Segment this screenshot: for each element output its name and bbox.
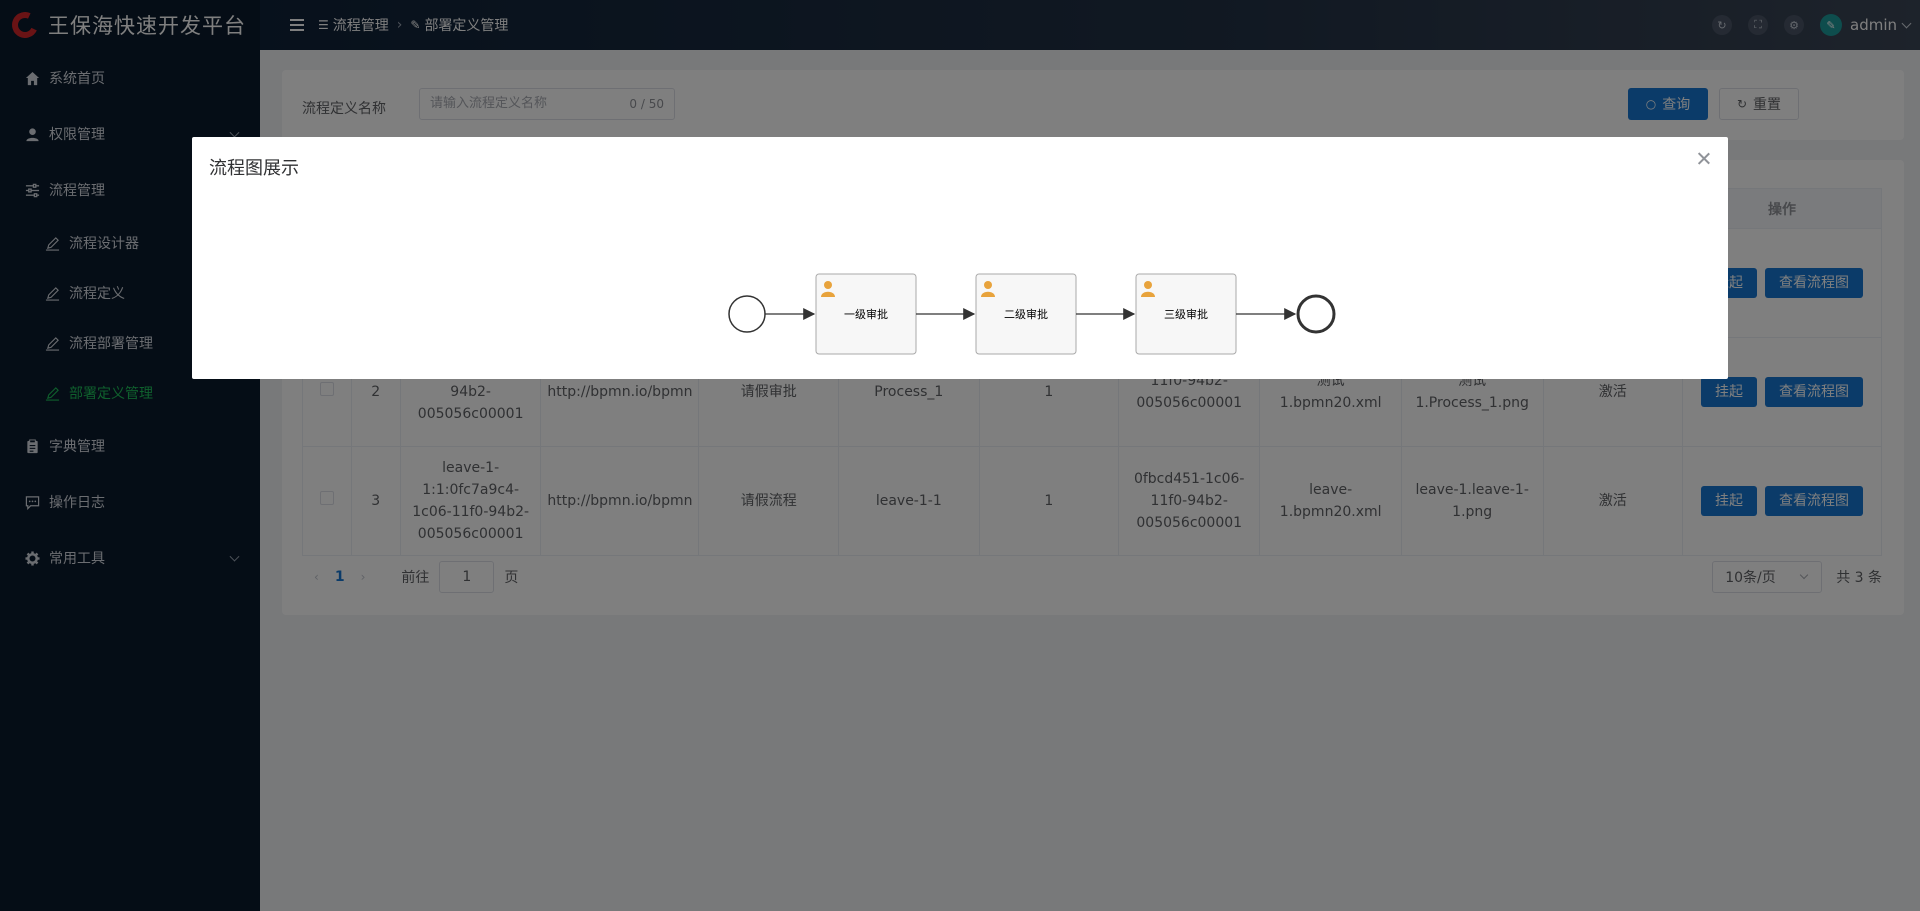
dialog-title: 流程图展示 xyxy=(209,158,299,179)
user-task[interactable]: 二级审批 xyxy=(975,273,1077,355)
user-task[interactable]: 三级审批 xyxy=(1135,273,1237,355)
close-icon[interactable] xyxy=(1696,151,1712,167)
task-label: 二级审批 xyxy=(1004,307,1048,321)
diagram-dialog: 流程图展示 一级审批 二级审批 三级审批 xyxy=(192,137,1728,379)
user-task[interactable]: 一级审批 xyxy=(815,273,917,355)
task-label: 一级审批 xyxy=(844,307,888,321)
end-event[interactable] xyxy=(1296,294,1336,334)
process-diagram: 一级审批 二级审批 三级审批 xyxy=(728,273,1336,355)
task-label: 三级审批 xyxy=(1164,307,1208,321)
start-event[interactable] xyxy=(728,295,766,333)
